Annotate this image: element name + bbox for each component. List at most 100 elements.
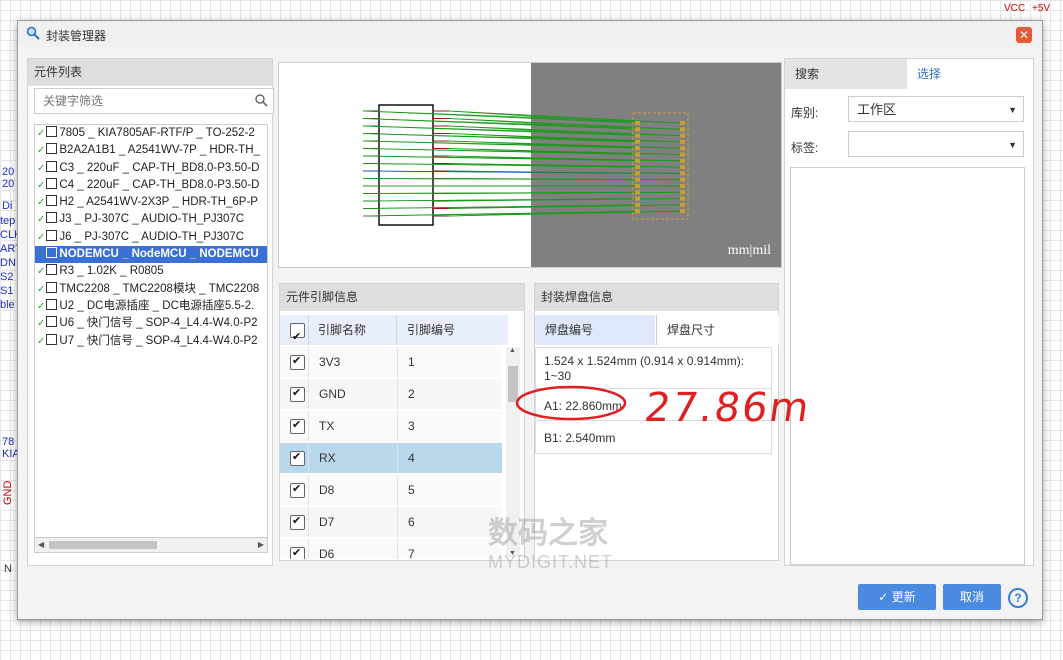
list-item[interactable]: ✓ 7805 _ KIA7805AF-RTF/P _ TO-252-2 [35,125,267,142]
pad-range-line: 1~30 [544,369,572,383]
dialog-titlebar[interactable]: 封装管理器 ✕ [18,21,1042,47]
magnifier-icon [26,26,40,40]
update-button[interactable]: ✓ 更新 [858,584,936,610]
row-checkbox[interactable] [290,514,305,530]
list-item[interactable]: ✓ B2A2A1B1 _ A2541WV-7P _ HDR-TH_ [35,142,267,159]
scroll-left-icon[interactable]: ◀ [38,538,44,552]
footprint-pad [635,177,640,182]
check-icon: ✓ [37,249,46,261]
scroll-up-icon[interactable]: ▲ [509,347,516,354]
tab-select[interactable]: 选择 [907,59,1023,89]
footprint-preview[interactable]: mm|mil [278,62,782,268]
footprint-pad [680,152,685,157]
list-item[interactable]: ✓ U2 _ DC电源插座 _ DC电源插座5.5-2. [35,298,267,315]
ratsnest-line [448,110,682,124]
footprint-pad [680,171,685,176]
table-row[interactable]: RX 4 [280,443,502,474]
footprint-pad [680,209,685,214]
check-icon: ✓ [37,318,46,330]
pin-name-cell: TX [308,411,398,441]
footprint-pad [635,196,640,201]
component-label: U6 _ 快门信号 _ SOP-4_L4.4-W4.0-P2 [59,317,258,330]
row-checkbox[interactable] [290,418,305,434]
cancel-button[interactable]: 取消 [943,584,1001,610]
check-icon: ✓ [37,214,46,226]
check-icon: ✓ [37,335,46,347]
pin-table-body: 3V3 1 GND 2 TX 3 RX 4 D8 5 D7 6 D6 7 [280,347,502,559]
list-item[interactable]: ✓ U6 _ 快门信号 _ SOP-4_L4.4-W4.0-P2 [35,315,267,332]
component-icon [46,298,58,310]
bg-fragment: S2 [0,271,14,283]
search-results-area[interactable] [790,167,1025,565]
list-item[interactable]: ✓ H2 _ A2541WV-2X3P _ HDR-TH_6P-P [35,194,267,211]
library-select[interactable]: 工作区 ▼ [848,96,1024,122]
table-row[interactable]: D7 6 [280,507,502,538]
tab-search[interactable]: 搜索 [785,59,907,89]
row-checkbox[interactable] [290,482,305,498]
list-item[interactable]: ✓ NODEMCU _ NodeMCU _ NODEMCU [35,246,267,264]
gnd-net-label: GND [2,480,14,505]
scrollbar-thumb[interactable] [49,541,157,549]
table-row[interactable]: D8 5 [280,475,502,506]
check-icon: ✓ [37,300,46,312]
table-row[interactable]: 3V3 1 [280,347,502,378]
component-label: R3 _ 1.02K _ R0805 [59,265,164,278]
table-row[interactable]: GND 2 [280,379,502,410]
pin-number-cell: 2 [408,387,415,401]
footprint-pad [635,152,640,157]
list-item[interactable]: ✓ C4 _ 220uF _ CAP-TH_BD8.0-P3.50-D [35,177,267,194]
footprint-pad [680,196,685,201]
horizontal-scrollbar[interactable]: ◀ ▶ [34,537,268,553]
pin-number-column-header[interactable]: 引脚编号 [397,315,498,345]
search-box [34,88,274,114]
footprint-pad [635,158,640,163]
bg-fragment: Di [2,200,13,212]
scroll-right-icon[interactable]: ▶ [258,538,264,552]
row-checkbox[interactable] [290,546,305,559]
footprint-pad [680,165,685,170]
component-list[interactable]: ✓ 7805 _ KIA7805AF-RTF/P _ TO-252-2 ✓ B2A2A… [34,124,268,539]
footprint-pad [680,121,685,125]
bg-fragment: ble [0,299,15,311]
watermark-en: MYDIGIT.NET [488,552,614,572]
footprint-pad [680,133,685,138]
list-item[interactable]: ✓ R3 _ 1.02K _ R0805 [35,263,267,280]
search-icon[interactable] [255,94,268,107]
footprint-pad [680,139,685,144]
pin-table-header: 引脚名称 引脚编号 [280,315,508,352]
footprint-pad [680,127,685,132]
list-item[interactable]: ✓ J3 _ PJ-307C _ AUDIO-TH_PJ307C [35,211,267,228]
tab-pad-size[interactable]: 焊盘尺寸 [656,315,779,345]
pin-name-column-header[interactable]: 引脚名称 [308,315,397,345]
list-item[interactable]: ✓ J6 _ PJ-307C _ AUDIO-TH_PJ307C [35,229,267,246]
row-checkbox[interactable] [290,450,305,466]
list-item[interactable]: ✓ U7 _ 快门信号 _ SOP-4_L4.4-W4.0-P2 [35,333,267,350]
footprint-pad [635,127,640,132]
table-row[interactable]: D6 7 [280,539,502,559]
unit-toggle[interactable]: mm|mil [728,243,771,259]
help-icon[interactable]: ? [1008,588,1028,608]
check-icon: ✓ [37,128,46,139]
table-row[interactable]: TX 3 [280,411,502,442]
search-input[interactable] [41,93,245,109]
tag-select[interactable]: ▼ [848,131,1024,157]
select-all-checkbox[interactable] [290,322,305,352]
component-icon [46,177,58,189]
footprint-pad [680,184,685,188]
dialog-title: 封装管理器 [46,29,107,43]
bg-fragment: 20 [2,166,15,178]
component-icon [46,143,58,155]
list-item[interactable]: ✓ C3 _ 220uF _ CAP-TH_BD8.0-P3.50-D [35,160,267,177]
chevron-down-icon: ▼ [1008,140,1017,150]
row-checkbox[interactable] [290,354,305,370]
pin-name-cell: RX [308,443,398,473]
handwritten-annotation: 27.86m [641,385,814,431]
update-button-label: 更新 [891,590,916,604]
check-icon: ✓ [37,231,46,243]
pin-mapping-graphic [362,104,689,226]
close-button[interactable]: ✕ [1016,27,1032,43]
vcc-net-label: VCC [1004,3,1026,14]
row-checkbox[interactable] [290,386,305,402]
tab-pad-number[interactable]: 焊盘编号 [535,315,655,345]
list-item[interactable]: ✓ TMC2208 _ TMC2208模块 _ TMC2208 [35,281,267,298]
